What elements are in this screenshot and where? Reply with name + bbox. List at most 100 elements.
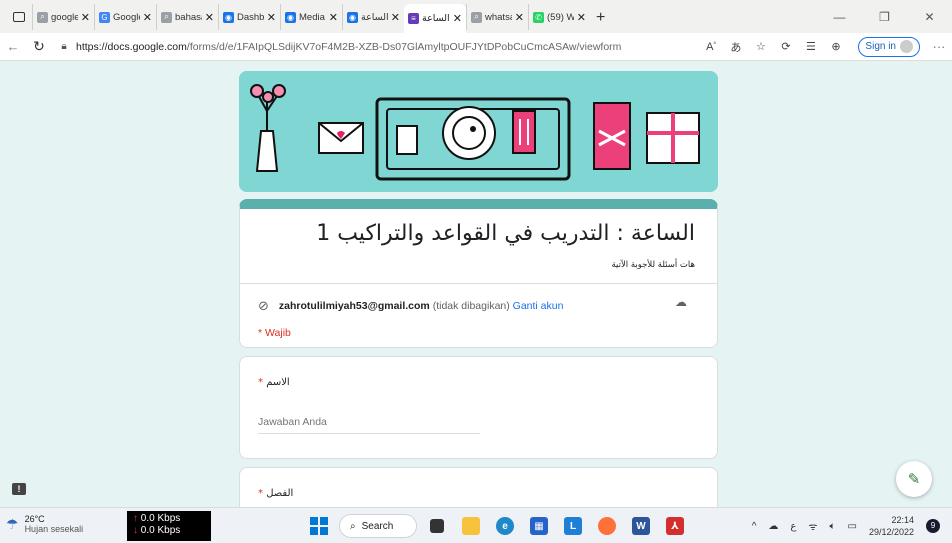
close-tab-icon[interactable]: ✕ (329, 11, 338, 24)
feedback-icon[interactable]: ! (12, 483, 26, 495)
question-label: * الفصل (258, 488, 293, 499)
close-tab-icon[interactable]: ✕ (267, 11, 276, 24)
tab-title: Media P (299, 11, 326, 23)
required-star: * (258, 488, 263, 499)
close-tab-icon[interactable]: ✕ (143, 11, 152, 24)
battery-icon[interactable]: ▭ (848, 521, 857, 532)
browser-tab[interactable]: ⌕google b✕ (32, 4, 94, 30)
back-icon[interactable]: ← (0, 39, 26, 54)
reload-icon[interactable]: ↻ (26, 38, 52, 55)
notification-badge[interactable]: 9 (926, 519, 940, 533)
account-note: (tidak dibagikan) (432, 300, 510, 312)
tab-title: الساعة : (422, 13, 450, 24)
close-tab-icon[interactable]: ✕ (453, 12, 462, 25)
browser-tab[interactable]: ✆(59) Wh✕ (528, 4, 590, 30)
translate-icon: G (99, 11, 110, 23)
read-aloud-icon[interactable]: Aᵃ (698, 41, 723, 53)
browser-tab[interactable]: ⌕whatsap✕ (466, 4, 528, 30)
browser-tab[interactable]: ◉Media P✕ (280, 4, 342, 30)
tab-title: الساعة : (361, 11, 388, 23)
address-bar: ← ↻ 🔒︎ https://docs.google.com/forms/d/e… (0, 33, 952, 61)
wifi-icon[interactable]: ᯤ (808, 519, 817, 533)
rain-umbrella-icon: ☂ (6, 515, 19, 532)
temperature: 26°C (24, 514, 45, 524)
window-controls: — ❐ ✕ (817, 0, 952, 33)
url-host: https://docs.google.com (76, 40, 187, 53)
tab-title: google b (51, 11, 78, 23)
lock-icon[interactable]: 🔒︎ (56, 41, 72, 52)
weather-desc: Hujan sesekali (24, 524, 84, 534)
close-tab-icon[interactable]: ✕ (81, 11, 90, 24)
browser-tab[interactable]: ≡الساعة :✕ (404, 4, 466, 33)
weather-widget[interactable]: ☂ 26°C Hujan sesekali (6, 514, 83, 534)
clock[interactable]: 22:14 29/12/2022 (869, 514, 914, 538)
search-icon: ⌕ (161, 11, 172, 23)
windows-taskbar: ☂ 26°C Hujan sesekali ↑ 0.0 Kbps ↓ 0.0 K… (0, 507, 952, 543)
windows-start-icon[interactable] (305, 512, 333, 540)
form-title-card: الساعة : التدريب في القواعد والتراكيب 1 … (239, 199, 718, 348)
add-favorite-icon[interactable]: ☆ (748, 40, 773, 53)
eye-slash-icon: ⊘ (258, 298, 269, 313)
tab-title: whatsap (485, 11, 512, 23)
globe-icon: ◉ (223, 11, 234, 23)
onedrive-icon[interactable]: ☁ (768, 521, 778, 532)
browser-tab[interactable]: ◉Dashboa✕ (218, 4, 280, 30)
forms-icon: ≡ (408, 13, 419, 24)
browser-tab[interactable]: ⌕bahasa a✕ (156, 4, 218, 30)
extensions-icon[interactable]: ⟳ (773, 40, 798, 53)
pdf-reader-icon[interactable]: ⅄ (661, 512, 689, 540)
edit-pencil-button[interactable]: ✎ (896, 461, 932, 497)
question-card-name: * الاسم Jawaban Anda (239, 356, 718, 459)
classroom-icon[interactable]: L (559, 512, 587, 540)
time: 22:14 (891, 515, 914, 525)
search-icon: ⌕ (471, 11, 482, 23)
volume-icon[interactable]: 🔈︎ (830, 521, 836, 532)
chevron-up-icon[interactable]: ^ (752, 521, 757, 532)
tab-actions-icon[interactable] (6, 4, 32, 30)
minimize-icon[interactable]: — (817, 10, 862, 24)
restore-icon[interactable]: ❐ (862, 10, 907, 24)
taskbar-search[interactable]: ⌕ Search (339, 514, 417, 538)
required-star: * (258, 377, 263, 388)
question-card-class: * الفصل (239, 467, 718, 507)
browser-tab[interactable]: GGoogle T✕ (94, 4, 156, 30)
form-header-banner (239, 71, 718, 192)
whatsapp-icon: ✆ (533, 11, 544, 23)
close-tab-icon[interactable]: ✕ (577, 11, 586, 24)
net-down: 0.0 Kbps (140, 525, 181, 536)
edge-browser-icon[interactable]: e (491, 512, 519, 540)
close-window-icon[interactable]: ✕ (907, 10, 952, 24)
profile-avatar-icon (900, 40, 913, 53)
net-up: 0.0 Kbps (140, 513, 181, 524)
file-explorer-icon[interactable] (457, 512, 485, 540)
switch-account-link[interactable]: Ganti akun (513, 300, 564, 312)
form-title: الساعة : التدريب في القواعد والتراكيب 1 (316, 221, 695, 246)
firefox-icon[interactable] (593, 512, 621, 540)
url-field[interactable]: 🔒︎ https://docs.google.com/forms/d/e/1FA… (56, 36, 698, 58)
network-speed-meter: ↑ 0.0 Kbps ↓ 0.0 Kbps (127, 511, 211, 541)
word-icon[interactable]: W (627, 512, 655, 540)
close-tab-icon[interactable]: ✕ (515, 11, 524, 24)
url-path: /forms/d/e/1FAIpQLSdijKV7oF4M2B-XZB-Ds07… (186, 40, 622, 53)
task-view-icon[interactable] (423, 512, 451, 540)
favorites-icon[interactable]: ☰ (798, 40, 823, 53)
account-row: ⊘ zahrotulilmiyah53@gmail.com (tidak dib… (258, 298, 563, 314)
system-tray: ^ ☁ ع ᯤ 🔈︎ ▭ 22:14 29/12/2022 9 (752, 508, 940, 543)
answer-input[interactable]: Jawaban Anda (258, 416, 480, 434)
banner-illustration (239, 71, 718, 192)
translate-icon[interactable]: あ (723, 39, 748, 55)
collections-icon[interactable]: ⊕ (823, 40, 848, 53)
page-content[interactable]: الساعة : التدريب في القواعد والتراكيب 1 … (0, 61, 952, 507)
divider (240, 283, 717, 284)
sign-in-label: Sign in (865, 41, 896, 52)
new-tab-button[interactable]: + (596, 9, 605, 27)
close-tab-icon[interactable]: ✕ (205, 11, 214, 24)
globe-icon: ◉ (347, 11, 358, 23)
close-tab-icon[interactable]: ✕ (391, 11, 400, 24)
globe-icon: ◉ (285, 11, 296, 23)
browser-tab[interactable]: ◉الساعة :✕ (342, 4, 404, 30)
sign-in-button[interactable]: Sign in (858, 36, 920, 57)
more-menu-icon[interactable]: ··· (926, 39, 952, 54)
keyboard-lang[interactable]: ع (790, 521, 796, 532)
store-icon[interactable]: ▦ (525, 512, 553, 540)
